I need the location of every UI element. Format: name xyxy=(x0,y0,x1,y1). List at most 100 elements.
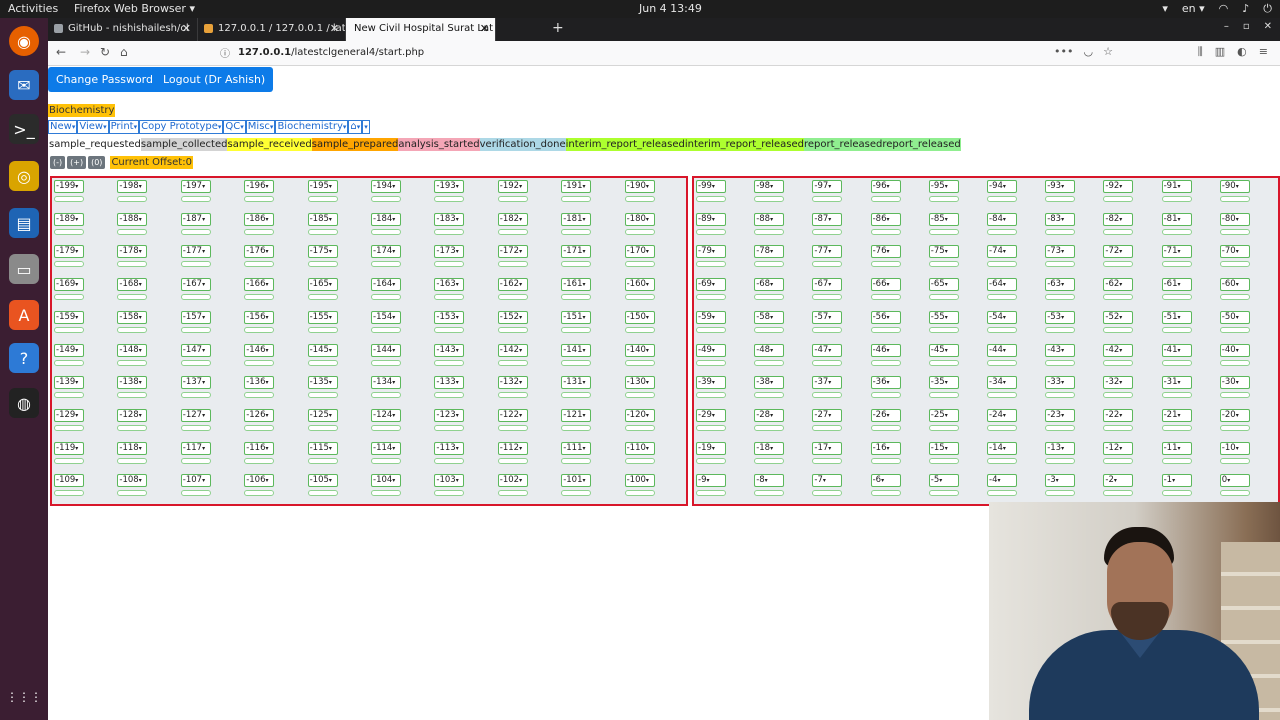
sample-status-bar[interactable] xyxy=(812,261,843,268)
sample-id-dropdown[interactable]: -29▾ xyxy=(696,408,726,422)
sample-id-dropdown[interactable]: -23▾ xyxy=(1045,408,1076,422)
sample-id-dropdown[interactable]: -136▾ xyxy=(244,376,275,390)
sample-status-bar[interactable] xyxy=(754,359,785,366)
sample-id-dropdown[interactable]: -140▾ xyxy=(624,343,655,357)
sample-status-bar[interactable] xyxy=(371,294,401,301)
sample-id-dropdown[interactable]: -35▾ xyxy=(928,376,959,390)
sample-status-bar[interactable] xyxy=(497,359,528,366)
sample-id-dropdown[interactable]: -178▾ xyxy=(117,245,148,259)
sample-id-dropdown[interactable]: -197▾ xyxy=(180,180,211,193)
sample-id-dropdown[interactable]: -171▾ xyxy=(561,245,592,259)
sample-status-bar[interactable] xyxy=(180,261,211,268)
sample-id-dropdown[interactable]: -7▾ xyxy=(812,474,843,488)
sample-status-bar[interactable] xyxy=(1161,326,1192,333)
sample-status-bar[interactable] xyxy=(434,326,465,333)
sample-status-bar[interactable] xyxy=(117,228,148,235)
sample-id-dropdown[interactable]: -87▾ xyxy=(812,212,843,226)
pocket-icon[interactable]: ◡ xyxy=(1083,45,1093,58)
sample-status-bar[interactable] xyxy=(117,457,148,464)
tab-phpmyadmin[interactable]: 127.0.0.1 / 127.0.0.1 / lat ✕ xyxy=(198,18,346,41)
sample-id-dropdown[interactable]: -144▾ xyxy=(371,343,401,357)
sample-status-bar[interactable] xyxy=(1103,359,1134,366)
sample-id-dropdown[interactable]: -83▾ xyxy=(1045,212,1076,226)
sample-status-bar[interactable] xyxy=(117,196,148,202)
sample-status-bar[interactable] xyxy=(244,392,275,399)
sample-id-dropdown[interactable]: -173▾ xyxy=(434,245,465,259)
sample-id-dropdown[interactable]: -13▾ xyxy=(1045,441,1076,455)
sample-status-bar[interactable] xyxy=(434,490,465,497)
sample-status-bar[interactable] xyxy=(1045,196,1076,202)
sample-status-bar[interactable] xyxy=(561,228,592,235)
sample-status-bar[interactable] xyxy=(434,457,465,464)
sample-id-dropdown[interactable]: -128▾ xyxy=(117,408,148,422)
sample-status-bar[interactable] xyxy=(928,457,959,464)
sample-status-bar[interactable] xyxy=(561,457,592,464)
terminal-icon[interactable]: >_ xyxy=(9,114,39,144)
sample-id-dropdown[interactable]: -183▾ xyxy=(434,212,465,226)
sample-id-dropdown[interactable]: -26▾ xyxy=(870,408,901,422)
volume-icon[interactable]: ♪ xyxy=(1242,2,1249,16)
sample-id-dropdown[interactable]: -170▾ xyxy=(624,245,655,259)
sample-status-bar[interactable] xyxy=(117,261,148,268)
sample-id-dropdown[interactable]: -17▾ xyxy=(812,441,843,455)
sample-status-bar[interactable] xyxy=(928,261,959,268)
sample-status-bar[interactable] xyxy=(987,457,1017,464)
sample-id-dropdown[interactable]: -166▾ xyxy=(244,278,275,292)
sample-id-dropdown[interactable]: -172▾ xyxy=(497,245,528,259)
power-icon[interactable]: ⏻ xyxy=(1263,2,1272,16)
sample-id-dropdown[interactable]: -38▾ xyxy=(754,376,785,390)
sample-id-dropdown[interactable]: -46▾ xyxy=(870,343,901,357)
clock[interactable]: Jun 4 13:49 xyxy=(639,2,702,15)
show-applications-icon[interactable]: ⋮⋮⋮ xyxy=(6,682,42,712)
sample-id-dropdown[interactable]: -67▾ xyxy=(812,278,843,292)
sample-status-bar[interactable] xyxy=(1103,424,1134,431)
sample-id-dropdown[interactable]: -187▾ xyxy=(180,212,211,226)
sample-id-dropdown[interactable]: -5▾ xyxy=(928,474,959,488)
sample-id-dropdown[interactable]: -188▾ xyxy=(117,212,148,226)
sample-id-dropdown[interactable]: -84▾ xyxy=(987,212,1017,226)
sample-status-bar[interactable] xyxy=(1219,196,1250,202)
sample-status-bar[interactable] xyxy=(754,294,785,301)
sample-status-bar[interactable] xyxy=(1045,326,1076,333)
sample-id-dropdown[interactable]: -162▾ xyxy=(497,278,528,292)
sample-status-bar[interactable] xyxy=(497,326,528,333)
sample-status-bar[interactable] xyxy=(870,196,901,202)
sidebar-icon[interactable]: ▥ xyxy=(1215,45,1225,59)
sample-status-bar[interactable] xyxy=(307,196,338,202)
sample-status-bar[interactable] xyxy=(117,490,148,497)
sample-status-bar[interactable] xyxy=(987,490,1017,497)
sample-status-bar[interactable] xyxy=(696,294,726,301)
sample-status-bar[interactable] xyxy=(180,392,211,399)
sample-status-bar[interactable] xyxy=(54,359,84,366)
sample-id-dropdown[interactable]: -182▾ xyxy=(497,212,528,226)
sample-id-dropdown[interactable]: -68▾ xyxy=(754,278,785,292)
sample-status-bar[interactable] xyxy=(371,359,401,366)
sample-status-bar[interactable] xyxy=(244,196,275,202)
sample-status-bar[interactable] xyxy=(180,359,211,366)
sample-status-bar[interactable] xyxy=(696,261,726,268)
sample-id-dropdown[interactable]: -114▾ xyxy=(371,441,401,455)
sample-status-bar[interactable] xyxy=(812,392,843,399)
sample-id-dropdown[interactable]: -9▾ xyxy=(696,474,726,488)
sample-status-bar[interactable] xyxy=(1161,424,1192,431)
offset-minus-button[interactable]: (-) xyxy=(50,155,66,169)
sample-status-bar[interactable] xyxy=(307,392,338,399)
sample-status-bar[interactable] xyxy=(561,196,592,202)
files-icon[interactable]: ▭ xyxy=(9,254,39,284)
sample-status-bar[interactable] xyxy=(1045,294,1076,301)
sample-status-bar[interactable] xyxy=(561,424,592,431)
sample-status-bar[interactable] xyxy=(754,424,785,431)
sample-status-bar[interactable] xyxy=(307,424,338,431)
tab-hospital-active[interactable]: New Civil Hospital Surat Lat ✕ xyxy=(346,18,496,41)
sample-status-bar[interactable] xyxy=(812,228,843,235)
sample-status-bar[interactable] xyxy=(928,196,959,202)
sample-status-bar[interactable] xyxy=(1161,196,1192,202)
sample-status-bar[interactable] xyxy=(1161,261,1192,268)
sample-status-bar[interactable] xyxy=(928,294,959,301)
sample-id-dropdown[interactable]: -50▾ xyxy=(1219,310,1250,324)
sample-id-dropdown[interactable]: -129▾ xyxy=(54,408,84,422)
sample-id-dropdown[interactable]: -102▾ xyxy=(497,474,528,488)
sample-id-dropdown[interactable]: -121▾ xyxy=(561,408,592,422)
sample-status-bar[interactable] xyxy=(754,228,785,235)
sample-status-bar[interactable] xyxy=(812,490,843,497)
